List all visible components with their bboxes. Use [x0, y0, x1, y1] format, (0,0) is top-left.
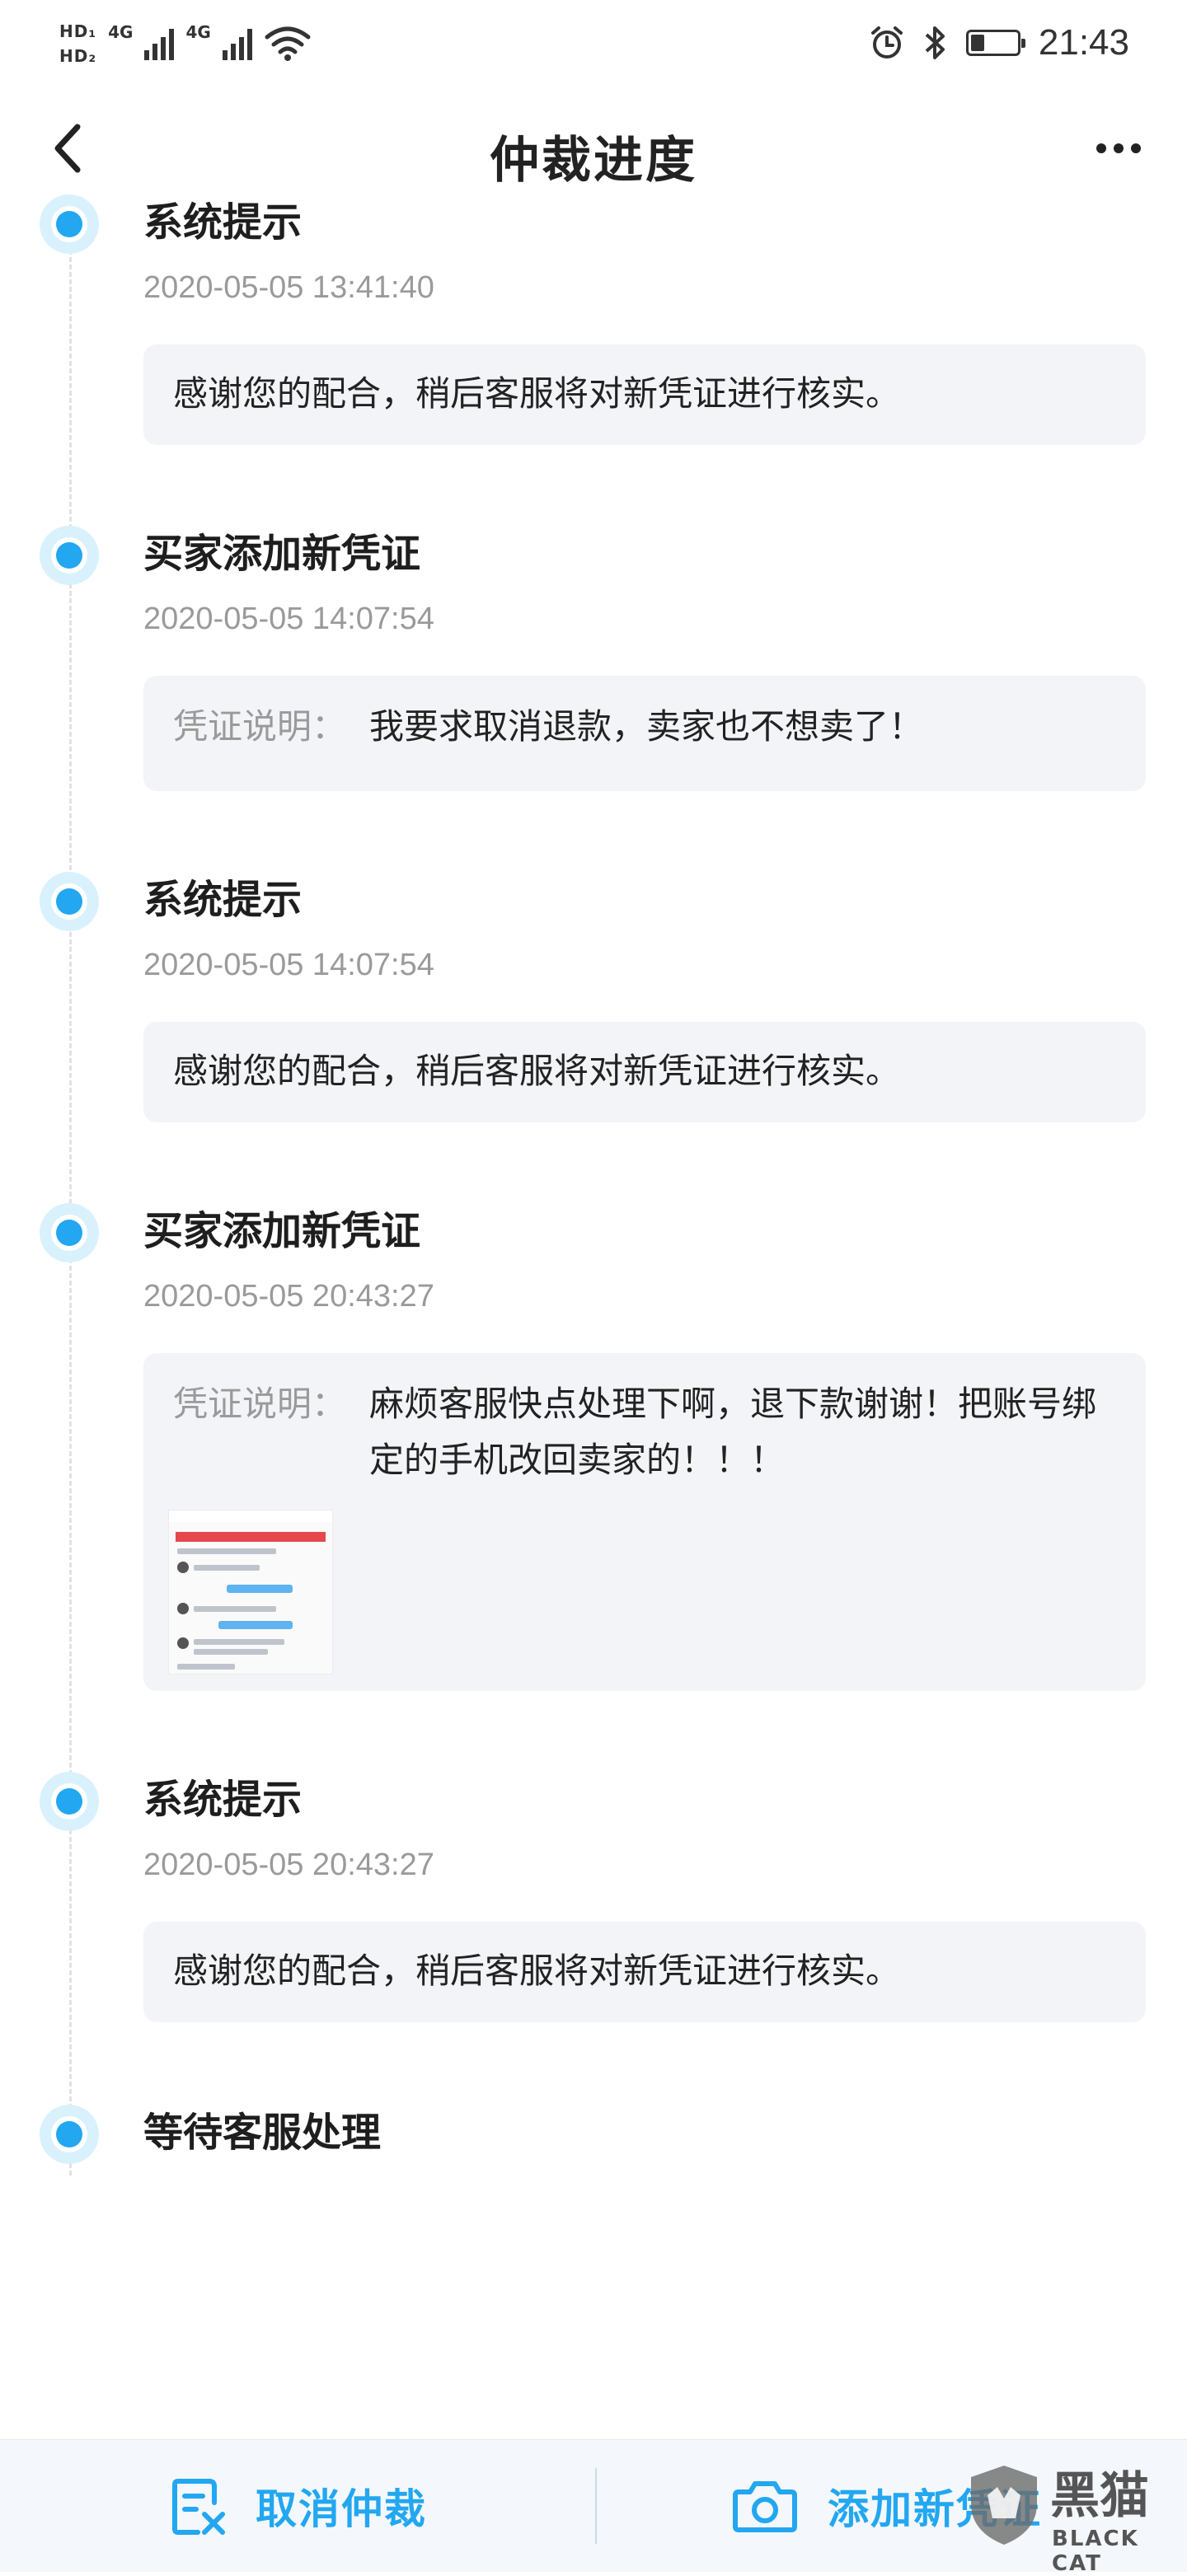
timeline-dot-icon — [40, 194, 99, 254]
status-bar: HD₁ HD₂ 4G 4G 21:43 — [0, 0, 1187, 82]
timeline-item-time: 2020-05-05 20:43:27 — [143, 1279, 434, 1314]
network-type-1: 4G — [108, 22, 134, 42]
timeline-item-time: 2020-05-05 14:07:54 — [143, 602, 434, 636]
shield-logo-icon — [971, 2466, 1037, 2545]
timeline-item-time: 2020-05-05 13:41:40 — [143, 270, 434, 305]
timeline-dot-icon — [40, 1203, 99, 1262]
timeline-line — [69, 198, 72, 2176]
status-left: HD₁ HD₂ 4G 4G — [59, 15, 312, 73]
timeline-dot-icon — [40, 1772, 99, 1831]
evidence-text: 麻烦客服快点处理下啊，退下款谢谢！把账号绑定的手机改回卖家的！！！ — [369, 1384, 1097, 1480]
evidence-label: 凭证说明： — [173, 1384, 347, 1424]
timeline-item-time: 2020-05-05 14:07:54 — [143, 948, 434, 982]
timeline-item-title: 买家添加新凭证 — [143, 531, 421, 577]
hd1-label: HD₁ — [59, 21, 97, 41]
hd2-label: HD₂ — [59, 46, 97, 66]
timeline-item-title: 买家添加新凭证 — [143, 1208, 421, 1254]
nav-bar: 仲裁进度 — [0, 99, 1187, 198]
timeline-item-card: 感谢您的配合，稍后客服将对新凭证进行核实。 — [143, 1022, 1146, 1122]
signal-icon — [144, 27, 175, 60]
timeline-item-title: 系统提示 — [143, 877, 303, 923]
battery-icon — [965, 30, 1025, 56]
wifi-icon — [265, 26, 311, 61]
timeline-item-text: 感谢您的配合，稍后客服将对新凭证进行核实。 — [173, 1951, 901, 1991]
more-dots-icon — [1096, 143, 1141, 153]
timeline-item-text: 感谢您的配合，稍后客服将对新凭证进行核实。 — [173, 1051, 901, 1091]
evidence-image-thumbnail[interactable] — [168, 1510, 333, 1674]
camera-icon — [733, 2481, 797, 2532]
evidence-text: 我要求取消退款，卖家也不想卖了！ — [369, 706, 924, 747]
alarm-icon — [870, 26, 903, 59]
status-right: 21:43 — [869, 18, 1129, 68]
network-type-2: 4G — [185, 22, 211, 42]
bluetooth-icon — [925, 26, 945, 59]
evidence-label: 凭证说明： — [173, 706, 347, 747]
watermark-subtext: BLACK CAT — [1052, 2527, 1139, 2576]
more-button[interactable] — [1090, 125, 1147, 171]
hd-indicator: HD₁ HD₂ — [59, 21, 96, 66]
timeline-dot-icon — [40, 526, 99, 585]
cancel-arbitration-label: 取消仲裁 — [256, 2485, 427, 2533]
watermark-text: 黑猫 — [1050, 2467, 1149, 2525]
timeline-item-title: 系统提示 — [143, 1777, 303, 1823]
timeline-item-title: 等待客服处理 — [143, 2110, 382, 2156]
timeline-item-title: 系统提示 — [143, 199, 303, 246]
cancel-document-icon — [172, 2479, 225, 2535]
clock: 21:43 — [1038, 22, 1129, 63]
page-title: 仲裁进度 — [490, 132, 697, 190]
timeline-item-card: 感谢您的配合，稍后客服将对新凭证进行核实。 — [143, 344, 1146, 445]
signal-icon-2 — [222, 27, 252, 60]
timeline-item-card: 感谢您的配合，稍后客服将对新凭证进行核实。 — [143, 1922, 1146, 2022]
timeline-item-time: 2020-05-05 20:43:27 — [143, 1848, 434, 1882]
bottom-divider — [595, 2468, 597, 2544]
timeline-dot-icon — [40, 872, 99, 931]
black-cat-watermark: 黑猫 BLACK CAT — [961, 2456, 1184, 2576]
battery-level-fill — [970, 35, 984, 51]
timeline-item-card: 凭证说明： 我要求取消退款，卖家也不想卖了！ — [143, 676, 1146, 791]
timeline-item-card: 凭证说明： 麻烦客服快点处理下啊，退下款谢谢！把账号绑定的手机改回卖家的！！！ — [143, 1353, 1146, 1691]
timeline-dot-icon — [40, 2105, 99, 2164]
timeline-item-text: 感谢您的配合，稍后客服将对新凭证进行核实。 — [173, 373, 901, 414]
cancel-arbitration-button[interactable]: 取消仲裁 — [170, 2440, 427, 2572]
